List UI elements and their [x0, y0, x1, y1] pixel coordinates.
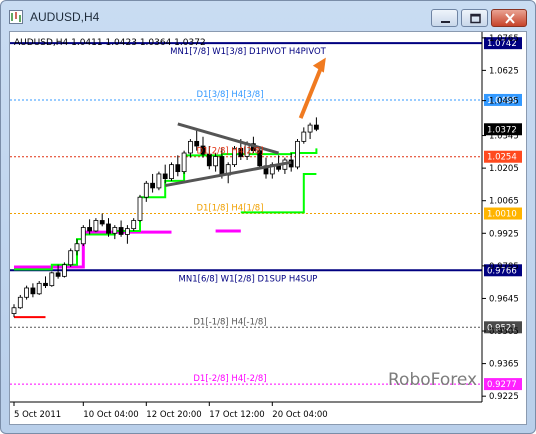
candle-body	[99, 220, 105, 225]
price-tag-label: 1.0254	[487, 153, 517, 163]
candle-body	[24, 287, 30, 298]
candle-body	[49, 272, 55, 287]
level-label: D1[-1/8] H4[-1/8]	[193, 317, 266, 327]
candle-body	[219, 156, 225, 176]
price-tick-label: 0.9365	[489, 360, 519, 370]
candle-body	[36, 282, 42, 295]
price-tick-label: 1.0345	[489, 132, 519, 142]
chart-app-icon	[9, 10, 23, 24]
minimize-icon	[441, 21, 450, 23]
candle-body	[87, 227, 92, 232]
chart-window: AUDUSD,H4 MN1[7/8] W1[3/8] D1PIVOT H4PIV…	[0, 0, 536, 434]
price-tick-label: 0.9225	[489, 392, 519, 402]
candle-body	[74, 243, 80, 252]
candle-body	[62, 264, 67, 277]
level-label: D1[-2/8] H4[-2/8]	[193, 374, 266, 384]
candle-body	[131, 220, 137, 230]
candle-body	[307, 124, 313, 133]
price-tick-label: 1.0065	[489, 197, 519, 207]
price-chart[interactable]: MN1[7/8] W1[3/8] D1PIVOT H4PIVOT1.0742D1…	[10, 32, 526, 424]
candle-body	[162, 173, 168, 180]
level-label: MN1[7/8] W1[3/8] D1PIVOT H4PIVOT	[170, 47, 327, 57]
candle-body	[11, 307, 17, 314]
candle-body	[68, 250, 74, 266]
price-tag-label: 0.9277	[487, 380, 517, 390]
candle-body	[150, 182, 156, 189]
price-tick-label: 1.0495	[489, 97, 519, 107]
time-tick-label: 17 Oct 12:00	[209, 410, 264, 420]
candle-body	[106, 223, 111, 234]
maximize-button[interactable]	[461, 9, 488, 27]
maximize-icon	[470, 13, 481, 24]
price-tick-label: 0.9925	[489, 229, 519, 239]
candle-body	[156, 173, 162, 189]
title-bar[interactable]: AUDUSD,H4	[1, 1, 535, 31]
time-tick-label: 12 Oct 20:00	[146, 410, 201, 420]
price-tick-label: 0.9505	[489, 327, 519, 337]
chart-area[interactable]: MN1[7/8] W1[3/8] D1PIVOT H4PIVOT 1.0742 D1…	[9, 31, 527, 425]
candle-body	[55, 272, 61, 277]
candle-body	[169, 164, 174, 180]
watermark: RoboForex	[388, 370, 477, 390]
price-tick-label: 0.9645	[489, 294, 519, 304]
candle-body	[30, 287, 36, 295]
window-title: AUDUSD,H4	[30, 10, 100, 24]
time-tick-label: 20 Oct 04:00	[272, 410, 327, 420]
minimize-button[interactable]	[431, 9, 458, 27]
price-tick-label: 0.9785	[489, 262, 519, 272]
price-tick-label: 1.0205	[489, 164, 519, 174]
candle-body	[295, 140, 300, 168]
candle-body	[194, 140, 200, 147]
candle-body	[313, 124, 319, 130]
time-tick-label: 10 Oct 04:00	[83, 410, 138, 420]
candle-body	[143, 182, 149, 198]
level-label: D1[2/8] H4[2/8]	[196, 147, 263, 157]
candle-body	[80, 227, 86, 245]
candle-body	[17, 296, 23, 309]
candle-body	[175, 164, 181, 173]
level-label: MN1[6/8] W1[2/8] D1SUP H4SUP	[179, 274, 318, 284]
candle-body	[43, 282, 48, 287]
candle-body	[187, 140, 193, 154]
symbol-info: AUDUSD,H4 1.0411 1.0423 1.0364 1.0372	[14, 38, 206, 48]
candle-body	[112, 227, 118, 234]
candle-body	[118, 227, 124, 235]
time-tick-label: 5 Oct 2011	[14, 410, 61, 420]
price-tick-label: 1.0765	[489, 34, 519, 44]
candle-body	[213, 156, 219, 167]
price-tick-label: 1.0625	[489, 66, 519, 76]
close-icon	[505, 13, 515, 24]
level-label: D1[3/8] H4[3/8]	[196, 90, 263, 100]
candle-body	[125, 228, 130, 235]
candle-body	[93, 220, 99, 232]
candle-body	[181, 152, 187, 173]
candle-body	[301, 131, 307, 142]
forecast-arrow	[298, 64, 324, 119]
magenta-step-line	[14, 230, 172, 269]
level-label: D1[1/8] H4[1/8]	[196, 204, 263, 214]
price-tag-label: 1.0010	[487, 210, 517, 220]
close-button[interactable]	[491, 9, 527, 27]
candle-body	[137, 196, 143, 221]
